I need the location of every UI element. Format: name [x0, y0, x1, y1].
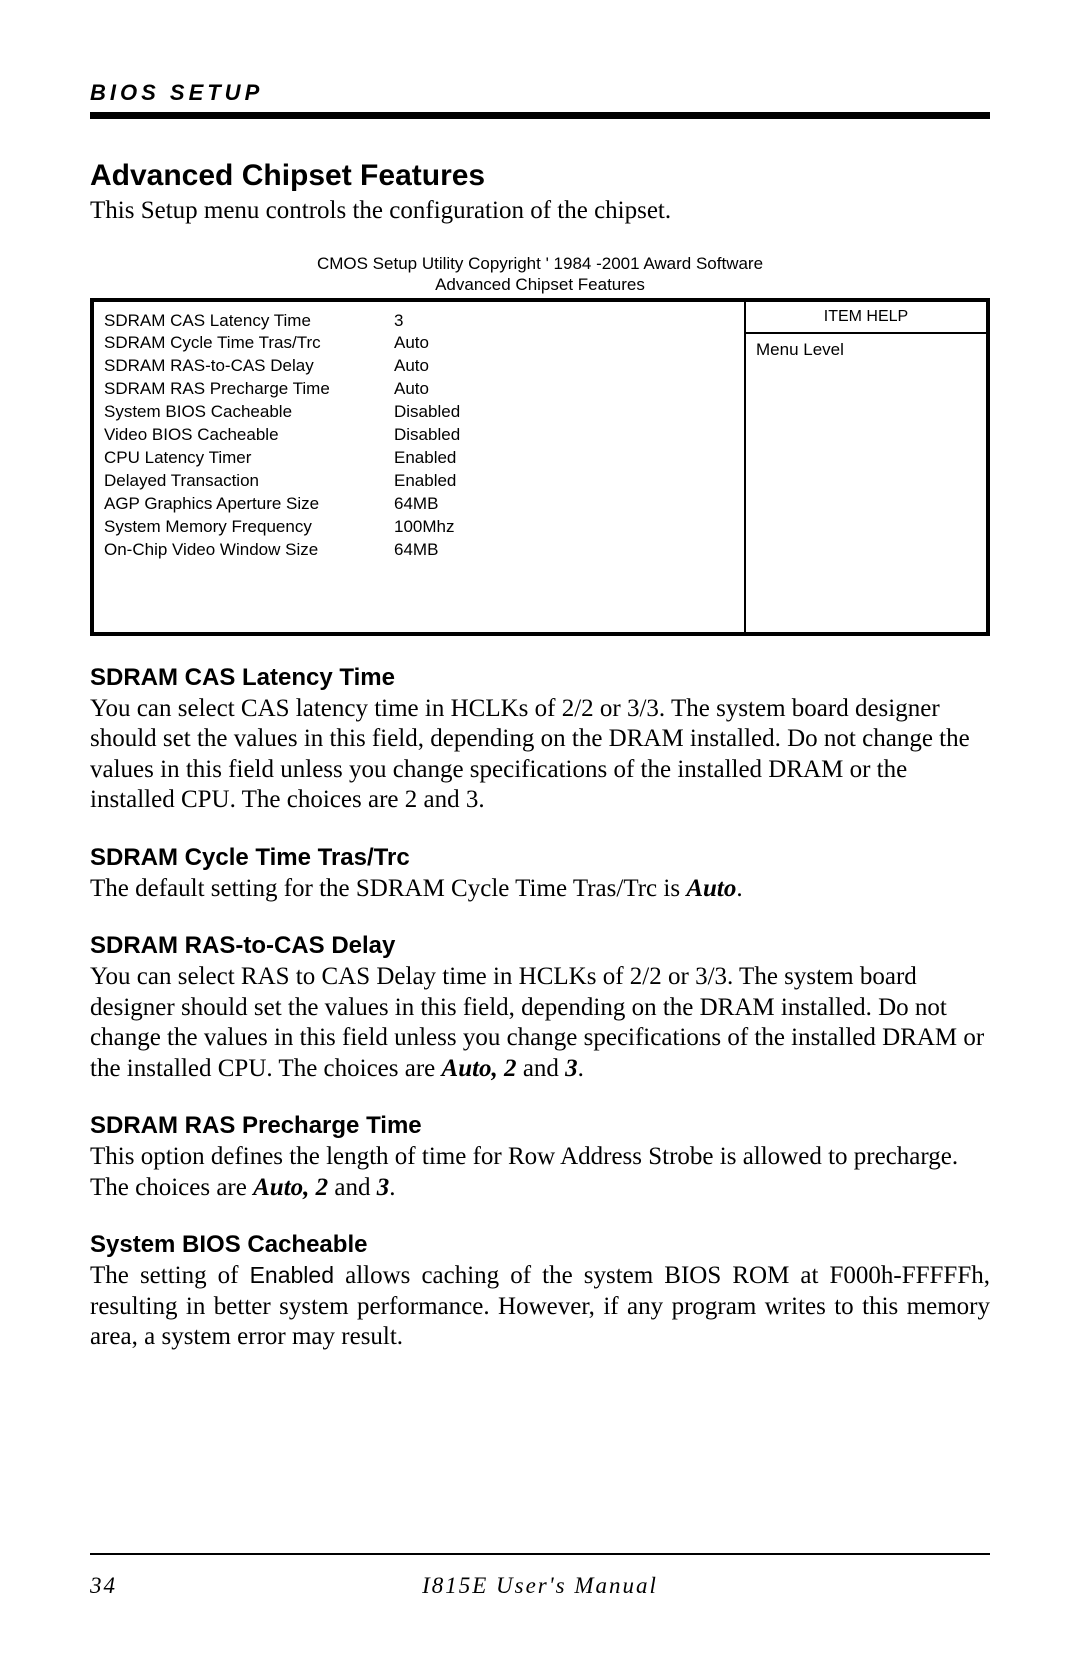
cmos-value: 100Mhz	[394, 516, 734, 539]
cmos-label: Video BIOS Cacheable	[104, 424, 394, 447]
cmos-value: Disabled	[394, 424, 734, 447]
section-body: You can select CAS latency time in HCLKs…	[90, 694, 990, 816]
inline-code: Enabled	[250, 1262, 334, 1288]
footer-rule	[90, 1553, 990, 1555]
cmos-label: Delayed Transaction	[104, 470, 394, 493]
running-header: BIOS SETUP	[90, 80, 990, 106]
page-number: 34	[90, 1573, 290, 1599]
cmos-row: CPU Latency TimerEnabled	[104, 447, 734, 470]
text: and	[517, 1055, 566, 1082]
section-heading: System BIOS Cacheable	[90, 1231, 990, 1259]
text: This option defines the length of time f…	[90, 1143, 958, 1201]
cmos-row: SDRAM RAS-to-CAS DelayAuto	[104, 355, 734, 378]
cmos-help-body: Menu Level	[746, 334, 986, 632]
cmos-value: Enabled	[394, 470, 734, 493]
cmos-value: Auto	[394, 378, 734, 401]
section-body: The setting of Enabled allows caching of…	[90, 1261, 990, 1353]
cmos-value: Auto	[394, 355, 734, 378]
text: The default setting for the SDRAM Cycle …	[90, 875, 686, 902]
cmos-row: SDRAM Cycle Time Tras/TrcAuto	[104, 332, 734, 355]
section-heading: SDRAM Cycle Time Tras/Trc	[90, 844, 990, 872]
cmos-row: SDRAM CAS Latency Time3	[104, 310, 734, 333]
text: and	[328, 1174, 377, 1201]
text: .	[389, 1174, 395, 1201]
section-heading: SDRAM RAS Precharge Time	[90, 1112, 990, 1140]
cmos-row: Delayed TransactionEnabled	[104, 470, 734, 493]
cmos-label: System Memory Frequency	[104, 516, 394, 539]
emphasis: Auto	[686, 875, 736, 902]
cmos-value: Auto	[394, 332, 734, 355]
cmos-row: Video BIOS CacheableDisabled	[104, 424, 734, 447]
text: The setting of	[90, 1262, 250, 1289]
section-heading: SDRAM RAS-to-CAS Delay	[90, 932, 990, 960]
cmos-value: Disabled	[394, 401, 734, 424]
text: .	[578, 1055, 584, 1082]
emphasis: 3	[565, 1055, 578, 1082]
cmos-value: 3	[394, 310, 734, 333]
emphasis: Auto, 2	[442, 1055, 517, 1082]
emphasis: 3	[377, 1174, 390, 1201]
cmos-label: SDRAM RAS-to-CAS Delay	[104, 355, 394, 378]
cmos-row: System Memory Frequency100Mhz	[104, 516, 734, 539]
cmos-help-panel: ITEM HELP Menu Level	[744, 302, 986, 632]
header-rule	[90, 112, 990, 119]
footer: 34 I815E User's Manual	[90, 1553, 990, 1599]
footer-line: 34 I815E User's Manual	[90, 1573, 990, 1599]
section-body: The default setting for the SDRAM Cycle …	[90, 874, 990, 905]
cmos-caption-line2: Advanced Chipset Features	[435, 275, 645, 294]
cmos-label: System BIOS Cacheable	[104, 401, 394, 424]
cmos-caption: CMOS Setup Utility Copyright ' 1984 -200…	[90, 253, 990, 296]
cmos-value: Enabled	[394, 447, 734, 470]
section-heading: SDRAM CAS Latency Time	[90, 664, 990, 692]
section-body: This option defines the length of time f…	[90, 1142, 990, 1203]
cmos-row: On-Chip Video Window Size64MB	[104, 539, 734, 562]
intro-text: This Setup menu controls the configurati…	[90, 197, 990, 225]
emphasis: Auto, 2	[253, 1174, 328, 1201]
cmos-value: 64MB	[394, 493, 734, 516]
cmos-label: AGP Graphics Aperture Size	[104, 493, 394, 516]
cmos-settings-list: SDRAM CAS Latency Time3 SDRAM Cycle Time…	[94, 302, 744, 632]
section-body: You can select RAS to CAS Delay time in …	[90, 962, 990, 1084]
cmos-label: CPU Latency Timer	[104, 447, 394, 470]
cmos-label: SDRAM CAS Latency Time	[104, 310, 394, 333]
cmos-label: SDRAM Cycle Time Tras/Trc	[104, 332, 394, 355]
cmos-row: AGP Graphics Aperture Size64MB	[104, 493, 734, 516]
cmos-row: System BIOS CacheableDisabled	[104, 401, 734, 424]
cmos-row: SDRAM RAS Precharge TimeAuto	[104, 378, 734, 401]
cmos-label: On-Chip Video Window Size	[104, 539, 394, 562]
cmos-value: 64MB	[394, 539, 734, 562]
cmos-help-title: ITEM HELP	[746, 302, 986, 334]
cmos-box: SDRAM CAS Latency Time3 SDRAM Cycle Time…	[90, 298, 990, 636]
cmos-label: SDRAM RAS Precharge Time	[104, 378, 394, 401]
page: BIOS SETUP Advanced Chipset Features Thi…	[0, 0, 1080, 1669]
text: .	[736, 875, 742, 902]
cmos-caption-line1: CMOS Setup Utility Copyright ' 1984 -200…	[317, 254, 763, 273]
manual-name: I815E User's Manual	[290, 1573, 790, 1599]
page-title: Advanced Chipset Features	[90, 159, 990, 193]
